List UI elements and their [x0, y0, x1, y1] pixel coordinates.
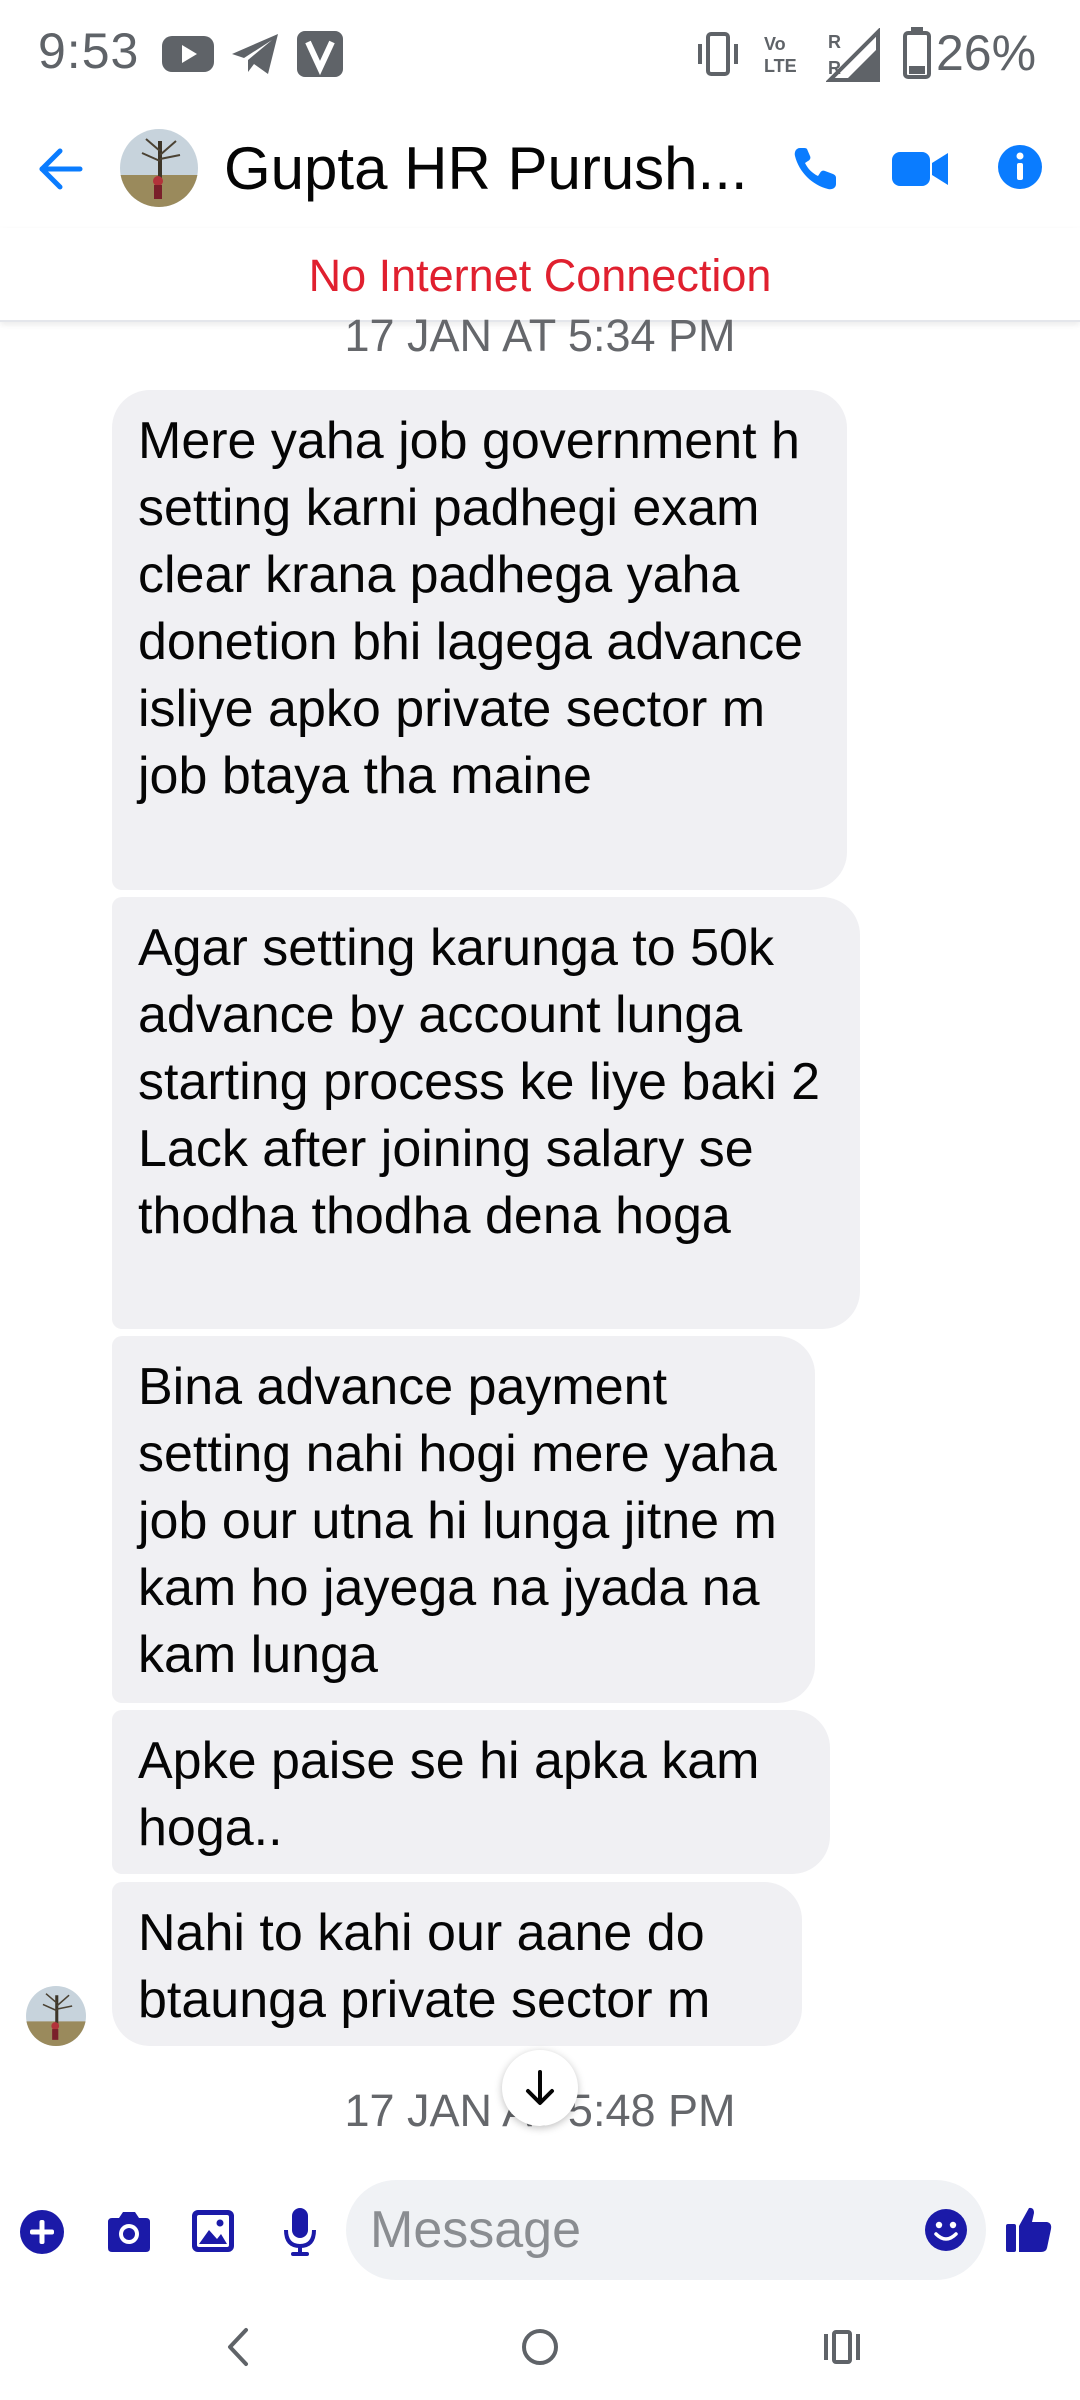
- svg-text:R: R: [828, 32, 841, 52]
- volte-icon: Vo LTE: [760, 28, 808, 85]
- nav-home-icon: [522, 2329, 558, 2365]
- voice-message-button[interactable]: [282, 2206, 318, 2263]
- svg-text:Vo: Vo: [764, 34, 786, 54]
- svg-text:R: R: [828, 58, 841, 78]
- contact-avatar[interactable]: [120, 129, 198, 207]
- vibrate-icon: [694, 28, 742, 85]
- battery-percentage: 26%: [936, 25, 1037, 81]
- camera-icon: [108, 2212, 150, 2252]
- thumbs-up-icon: [1006, 2207, 1052, 2252]
- nav-home-button[interactable]: [518, 2324, 562, 2375]
- status-time: 9:53: [38, 23, 140, 79]
- received-message-bubble[interactable]: Agar setting karunga to 50k advance by a…: [112, 897, 860, 1329]
- arrow-left-icon: [39, 148, 83, 190]
- no-internet-banner: No Internet Connection: [0, 228, 1080, 322]
- nav-recents-icon: [824, 2330, 860, 2364]
- messenger-chat-screen: 9:53 Vo LTE R R 26% Gupta HR Purush... N…: [0, 0, 1080, 2400]
- sender-avatar[interactable]: [26, 1986, 86, 2046]
- back-button[interactable]: [36, 142, 84, 196]
- emoji-button[interactable]: [924, 2208, 968, 2252]
- chat-header: Gupta HR Purush...: [0, 110, 1080, 228]
- phone-icon: [794, 148, 836, 190]
- nav-back-icon: [228, 2328, 248, 2366]
- telegram-icon: [228, 28, 282, 85]
- message-input[interactable]: [370, 2180, 910, 2280]
- contact-name[interactable]: Gupta HR Purush...: [224, 134, 754, 203]
- scroll-to-bottom-button[interactable]: [502, 2050, 578, 2126]
- microphone-icon: [284, 2208, 316, 2256]
- signal-icon: R R: [825, 27, 882, 89]
- emoji-icon: [925, 2209, 967, 2251]
- arrow-down-icon: [526, 2070, 554, 2105]
- system-navigation-bar: [0, 2300, 1080, 2400]
- video-call-button[interactable]: [890, 148, 950, 190]
- more-actions-button[interactable]: [18, 2208, 66, 2261]
- received-message-bubble[interactable]: Nahi to kahi our aane do btaunga private…: [112, 1882, 802, 2046]
- v-app-icon: [294, 28, 346, 85]
- svg-text:LTE: LTE: [764, 56, 797, 76]
- plus-icon: [20, 2210, 64, 2254]
- like-button[interactable]: [1004, 2204, 1054, 2259]
- youtube-icon: [160, 28, 216, 85]
- nav-recents-button[interactable]: [820, 2324, 864, 2375]
- video-camera-icon: [892, 152, 948, 186]
- gallery-icon: [192, 2210, 234, 2252]
- info-button[interactable]: [996, 143, 1044, 191]
- voice-call-button[interactable]: [790, 144, 840, 194]
- info-icon: [998, 145, 1042, 189]
- gallery-button[interactable]: [190, 2208, 236, 2259]
- received-message-bubble[interactable]: Mere yaha job government h setting karni…: [112, 390, 847, 890]
- camera-button[interactable]: [104, 2210, 154, 2259]
- message-composer: [0, 2170, 1080, 2290]
- received-message-bubble[interactable]: Bina advance payment setting nahi hogi m…: [112, 1336, 815, 1703]
- message-timestamp: 17 JAN AT 5:34 PM: [344, 310, 736, 361]
- nav-back-button[interactable]: [222, 2324, 252, 2375]
- status-bar: 9:53 Vo LTE R R 26%: [0, 0, 1080, 110]
- message-input-field[interactable]: [346, 2180, 986, 2280]
- received-message-bubble[interactable]: Apke paise se hi apka kam hoga..: [112, 1710, 830, 1874]
- battery-icon: [902, 26, 932, 85]
